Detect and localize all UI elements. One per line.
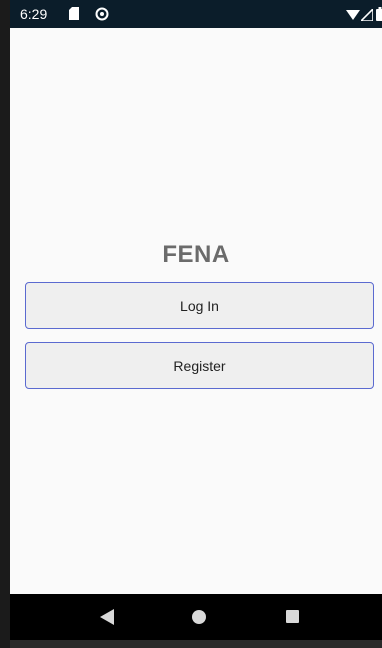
sd-card-icon xyxy=(69,7,79,20)
signal-icon xyxy=(361,9,373,21)
wifi-icon xyxy=(346,10,360,20)
back-icon[interactable] xyxy=(100,609,114,625)
login-button[interactable]: Log In xyxy=(25,282,374,329)
bottom-bezel xyxy=(10,640,382,648)
status-bar: 6:29 xyxy=(10,0,382,28)
navigation-bar xyxy=(10,594,382,640)
home-icon[interactable] xyxy=(192,610,206,624)
status-time: 6:29 xyxy=(20,6,48,22)
app-title: FENA xyxy=(162,241,230,268)
recents-icon[interactable] xyxy=(286,610,299,623)
battery-icon xyxy=(376,7,382,21)
do-not-disturb-icon xyxy=(95,7,109,21)
register-button[interactable]: Register xyxy=(25,342,374,389)
phone-frame: 6:29 FENA Log In Register xyxy=(0,0,382,648)
app-screen: FENA Log In Register xyxy=(10,28,382,594)
